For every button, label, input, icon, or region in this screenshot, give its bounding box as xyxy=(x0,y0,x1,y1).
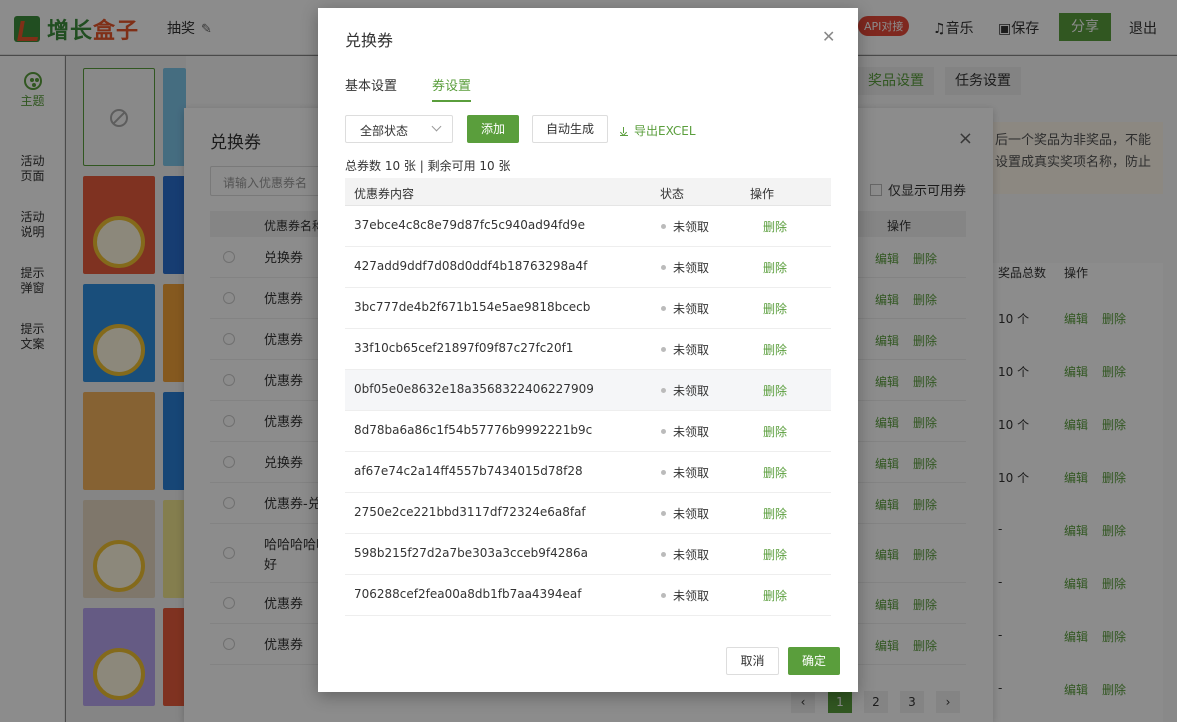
status-dot-icon xyxy=(661,388,666,393)
coupon-code: af67e74c2a14ff4557b7434015d78f28 xyxy=(354,464,583,478)
confirm-button[interactable]: 确定 xyxy=(788,647,840,675)
coupon-code: 37ebce4c8c8e79d87fc5c940ad94fd9e xyxy=(354,218,585,232)
table-row: 8d78ba6a86c1f54b57776b9992221b9c 未领取 删除 xyxy=(345,411,831,452)
coupon-code: 3bc777de4b2f671b154e5ae9818bcecb xyxy=(354,300,591,314)
modal-title: 兑换券 xyxy=(345,31,394,50)
table-row: 706288cef2fea00a8db1fb7aa4394eaf 未领取 删除 xyxy=(345,575,831,616)
coupon-code: 0bf05e0e8632e18a3568322406227909 xyxy=(354,382,594,396)
tab-basic-settings[interactable]: 基本设置 xyxy=(345,75,397,100)
coupon-table-header: 优惠券内容 状态 操作 xyxy=(345,178,831,206)
exchange-coupon-modal: 兑换券 ✕ 基本设置 券设置 全部状态 添加 自动生成 导出EXCEL 总券数 … xyxy=(318,8,858,692)
coupon-status: 未领取 xyxy=(673,548,710,562)
status-dot-icon xyxy=(661,224,666,229)
delete-link[interactable]: 删除 xyxy=(763,423,787,440)
add-button[interactable]: 添加 xyxy=(467,115,519,143)
status-select[interactable]: 全部状态 xyxy=(345,115,453,143)
tab-coupon-settings[interactable]: 券设置 xyxy=(432,75,472,102)
chevron-down-icon xyxy=(431,121,442,132)
delete-link[interactable]: 删除 xyxy=(763,382,787,399)
delete-link[interactable]: 删除 xyxy=(763,464,787,481)
coupon-code: 33f10cb65cef21897f09f87c27fc20f1 xyxy=(354,341,574,355)
delete-link[interactable]: 删除 xyxy=(763,546,787,563)
coupon-status: 未领取 xyxy=(673,220,710,234)
status-dot-icon xyxy=(661,511,666,516)
table-row: 0bf05e0e8632e18a3568322406227909 未领取 删除 xyxy=(345,370,831,411)
delete-link[interactable]: 删除 xyxy=(763,587,787,604)
table-row: af67e74c2a14ff4557b7434015d78f28 未领取 删除 xyxy=(345,452,831,493)
coupon-status: 未领取 xyxy=(673,343,710,357)
coupon-summary: 总券数 10 张 | 剩余可用 10 张 xyxy=(345,159,511,173)
status-dot-icon xyxy=(661,429,666,434)
cancel-button[interactable]: 取消 xyxy=(726,647,779,675)
coupon-status: 未领取 xyxy=(673,384,710,398)
table-row: 3bc777de4b2f671b154e5ae9818bcecb 未领取 删除 xyxy=(345,288,831,329)
coupon-status: 未领取 xyxy=(673,261,710,275)
export-excel-button[interactable]: 导出EXCEL xyxy=(620,122,696,139)
col-coupon-content: 优惠券内容 xyxy=(354,187,415,201)
coupon-code: 706288cef2fea00a8db1fb7aa4394eaf xyxy=(354,587,582,601)
status-dot-icon xyxy=(661,347,666,352)
status-dot-icon xyxy=(661,470,666,475)
coupon-status: 未领取 xyxy=(673,507,710,521)
delete-link[interactable]: 删除 xyxy=(763,341,787,358)
coupon-status: 未领取 xyxy=(673,302,710,316)
auto-generate-button[interactable]: 自动生成 xyxy=(532,115,608,143)
table-row: 2750e2ce221bbd3117df72324e6a8faf 未领取 删除 xyxy=(345,493,831,534)
coupon-status: 未领取 xyxy=(673,425,710,439)
coupon-status: 未领取 xyxy=(673,466,710,480)
table-row: 598b215f27d2a7be303a3cceb9f4286a 未领取 删除 xyxy=(345,534,831,575)
col-status: 状态 xyxy=(660,187,685,201)
col-operation: 操作 xyxy=(750,187,775,201)
table-row: 427add9ddf7d08d0ddf4b18763298a4f 未领取 删除 xyxy=(345,247,831,288)
status-dot-icon xyxy=(661,306,666,311)
coupon-status: 未领取 xyxy=(673,589,710,603)
delete-link[interactable]: 删除 xyxy=(763,505,787,522)
download-icon xyxy=(620,127,628,136)
table-row: 37ebce4c8c8e79d87fc5c940ad94fd9e 未领取 删除 xyxy=(345,206,831,247)
close-icon[interactable]: ✕ xyxy=(822,27,835,46)
status-dot-icon xyxy=(661,552,666,557)
coupon-code: 598b215f27d2a7be303a3cceb9f4286a xyxy=(354,546,588,560)
coupon-code: 427add9ddf7d08d0ddf4b18763298a4f xyxy=(354,259,588,273)
coupon-code: 8d78ba6a86c1f54b57776b9992221b9c xyxy=(354,423,593,437)
table-row: 33f10cb65cef21897f09f87c27fc20f1 未领取 删除 xyxy=(345,329,831,370)
coupon-code: 2750e2ce221bbd3117df72324e6a8faf xyxy=(354,505,586,519)
status-dot-icon xyxy=(661,265,666,270)
delete-link[interactable]: 删除 xyxy=(763,218,787,235)
status-dot-icon xyxy=(661,593,666,598)
delete-link[interactable]: 删除 xyxy=(763,300,787,317)
delete-link[interactable]: 删除 xyxy=(763,259,787,276)
